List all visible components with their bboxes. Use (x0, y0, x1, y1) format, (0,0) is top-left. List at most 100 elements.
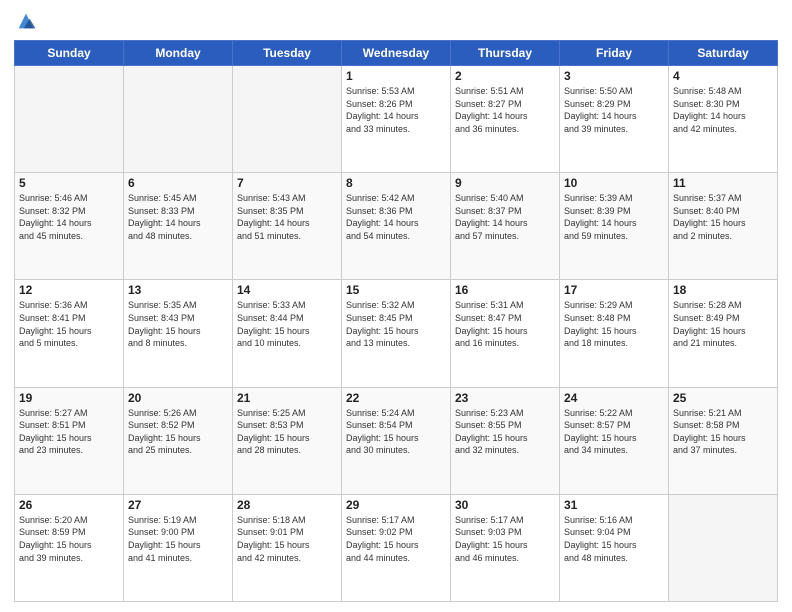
day-cell: 4Sunrise: 5:48 AM Sunset: 8:30 PM Daylig… (669, 66, 778, 173)
day-cell (233, 66, 342, 173)
day-cell: 21 Sunrise: 5:25 AM Sunset: 8:53 PM Dayli… (233, 387, 342, 494)
day-info: Sunrise: 5:21 AM Sunset: 8:58 PM Dayligh… (673, 407, 773, 457)
day-info: Sunrise: 5:35 AM Sunset: 8:43 PM Dayligh… (128, 299, 228, 349)
page: SundayMondayTuesdayWednesdayThursdayFrid… (0, 0, 792, 612)
day-number: 23 (455, 391, 555, 405)
day-info: Sunrise: 5:32 AM Sunset: 8:45 PM Dayligh… (346, 299, 446, 349)
day-cell: 12 Sunrise: 5:36 AM Sunset: 8:41 PM Dayli… (15, 280, 124, 387)
day-cell: 18 Sunrise: 5:28 AM Sunset: 8:49 PM Dayli… (669, 280, 778, 387)
day-info: Sunrise: 5:27 AM Sunset: 8:51 PM Dayligh… (19, 407, 119, 457)
week-row-1: 1 Sunrise: 5:53 AM Sunset: 8:26 PM Daylig… (15, 66, 778, 173)
weekday-header-sunday: Sunday (15, 41, 124, 66)
day-number: 18 (673, 283, 773, 297)
day-info: Sunrise: 5:50 AM Sunset: 8:29 PM Dayligh… (564, 85, 664, 135)
weekday-header-tuesday: Tuesday (233, 41, 342, 66)
day-info: Sunrise: 5:20 AM Sunset: 8:59 PM Dayligh… (19, 514, 119, 564)
day-number: 2 (455, 69, 555, 83)
logo-text (14, 10, 37, 32)
day-cell: 11 Sunrise: 5:37 AM Sunset: 8:40 PM Dayli… (669, 173, 778, 280)
day-number: 13 (128, 283, 228, 297)
day-cell: 10Sunrise: 5:39 AM Sunset: 8:39 PM Dayli… (560, 173, 669, 280)
day-info: Sunrise: 5:19 AM Sunset: 9:00 PM Dayligh… (128, 514, 228, 564)
day-info: Sunrise: 5:29 AM Sunset: 8:48 PM Dayligh… (564, 299, 664, 349)
day-cell: 31 Sunrise: 5:16 AM Sunset: 9:04 PM Dayli… (560, 494, 669, 601)
day-info: Sunrise: 5:26 AM Sunset: 8:52 PM Dayligh… (128, 407, 228, 457)
day-number: 28 (237, 498, 337, 512)
day-info: Sunrise: 5:17 AM Sunset: 9:03 PM Dayligh… (455, 514, 555, 564)
day-cell: 7 Sunrise: 5:43 AM Sunset: 8:35 PM Daylig… (233, 173, 342, 280)
day-info: Sunrise: 5:31 AM Sunset: 8:47 PM Dayligh… (455, 299, 555, 349)
day-info: Sunrise: 5:53 AM Sunset: 8:26 PM Dayligh… (346, 85, 446, 135)
day-number: 6 (128, 176, 228, 190)
day-cell: 20 Sunrise: 5:26 AM Sunset: 8:52 PM Dayli… (124, 387, 233, 494)
day-info: Sunrise: 5:16 AM Sunset: 9:04 PM Dayligh… (564, 514, 664, 564)
day-info: Sunrise: 5:39 AM Sunset: 8:39 PM Dayligh… (564, 192, 664, 242)
day-cell: 24 Sunrise: 5:22 AM Sunset: 8:57 PM Dayli… (560, 387, 669, 494)
day-cell: 3 Sunrise: 5:50 AM Sunset: 8:29 PM Daylig… (560, 66, 669, 173)
day-number: 20 (128, 391, 228, 405)
day-info: Sunrise: 5:28 AM Sunset: 8:49 PM Dayligh… (673, 299, 773, 349)
week-row-2: 5 Sunrise: 5:46 AM Sunset: 8:32 PM Daylig… (15, 173, 778, 280)
day-cell: 29Sunrise: 5:17 AM Sunset: 9:02 PM Dayli… (342, 494, 451, 601)
day-number: 11 (673, 176, 773, 190)
day-cell: 2 Sunrise: 5:51 AM Sunset: 8:27 PM Daylig… (451, 66, 560, 173)
day-cell (124, 66, 233, 173)
day-number: 31 (564, 498, 664, 512)
day-number: 3 (564, 69, 664, 83)
day-cell: 6 Sunrise: 5:45 AM Sunset: 8:33 PM Daylig… (124, 173, 233, 280)
day-number: 26 (19, 498, 119, 512)
day-info: Sunrise: 5:22 AM Sunset: 8:57 PM Dayligh… (564, 407, 664, 457)
day-cell (15, 66, 124, 173)
day-cell: 17Sunrise: 5:29 AM Sunset: 8:48 PM Dayli… (560, 280, 669, 387)
day-number: 19 (19, 391, 119, 405)
day-cell: 28 Sunrise: 5:18 AM Sunset: 9:01 PM Dayli… (233, 494, 342, 601)
day-number: 22 (346, 391, 446, 405)
day-info: Sunrise: 5:37 AM Sunset: 8:40 PM Dayligh… (673, 192, 773, 242)
day-number: 14 (237, 283, 337, 297)
day-number: 21 (237, 391, 337, 405)
day-cell: 22 Sunrise: 5:24 AM Sunset: 8:54 PM Dayli… (342, 387, 451, 494)
day-number: 5 (19, 176, 119, 190)
day-number: 24 (564, 391, 664, 405)
day-info: Sunrise: 5:18 AM Sunset: 9:01 PM Dayligh… (237, 514, 337, 564)
day-number: 7 (237, 176, 337, 190)
day-cell: 13 Sunrise: 5:35 AM Sunset: 8:43 PM Dayli… (124, 280, 233, 387)
day-info: Sunrise: 5:48 AM Sunset: 8:30 PM Dayligh… (673, 85, 773, 135)
day-info: Sunrise: 5:36 AM Sunset: 8:41 PM Dayligh… (19, 299, 119, 349)
day-cell: 25 Sunrise: 5:21 AM Sunset: 8:58 PM Dayli… (669, 387, 778, 494)
day-info: Sunrise: 5:43 AM Sunset: 8:35 PM Dayligh… (237, 192, 337, 242)
day-cell: 26 Sunrise: 5:20 AM Sunset: 8:59 PM Dayli… (15, 494, 124, 601)
week-row-5: 26 Sunrise: 5:20 AM Sunset: 8:59 PM Dayli… (15, 494, 778, 601)
day-number: 16 (455, 283, 555, 297)
weekday-header-saturday: Saturday (669, 41, 778, 66)
weekday-header-row: SundayMondayTuesdayWednesdayThursdayFrid… (15, 41, 778, 66)
day-cell (669, 494, 778, 601)
weekday-header-monday: Monday (124, 41, 233, 66)
day-cell: 16 Sunrise: 5:31 AM Sunset: 8:47 PM Dayli… (451, 280, 560, 387)
weekday-header-wednesday: Wednesday (342, 41, 451, 66)
day-cell: 5 Sunrise: 5:46 AM Sunset: 8:32 PM Daylig… (15, 173, 124, 280)
day-number: 15 (346, 283, 446, 297)
day-info: Sunrise: 5:17 AM Sunset: 9:02 PM Dayligh… (346, 514, 446, 564)
day-number: 8 (346, 176, 446, 190)
day-info: Sunrise: 5:51 AM Sunset: 8:27 PM Dayligh… (455, 85, 555, 135)
day-cell: 8 Sunrise: 5:42 AM Sunset: 8:36 PM Daylig… (342, 173, 451, 280)
logo-icon (15, 10, 37, 32)
day-info: Sunrise: 5:45 AM Sunset: 8:33 PM Dayligh… (128, 192, 228, 242)
day-number: 25 (673, 391, 773, 405)
day-number: 12 (19, 283, 119, 297)
week-row-3: 12 Sunrise: 5:36 AM Sunset: 8:41 PM Dayli… (15, 280, 778, 387)
day-cell: 19 Sunrise: 5:27 AM Sunset: 8:51 PM Dayli… (15, 387, 124, 494)
day-info: Sunrise: 5:24 AM Sunset: 8:54 PM Dayligh… (346, 407, 446, 457)
day-info: Sunrise: 5:46 AM Sunset: 8:32 PM Dayligh… (19, 192, 119, 242)
day-info: Sunrise: 5:25 AM Sunset: 8:53 PM Dayligh… (237, 407, 337, 457)
weekday-header-thursday: Thursday (451, 41, 560, 66)
day-number: 1 (346, 69, 446, 83)
day-info: Sunrise: 5:40 AM Sunset: 8:37 PM Dayligh… (455, 192, 555, 242)
day-info: Sunrise: 5:42 AM Sunset: 8:36 PM Dayligh… (346, 192, 446, 242)
day-info: Sunrise: 5:23 AM Sunset: 8:55 PM Dayligh… (455, 407, 555, 457)
day-cell: 15 Sunrise: 5:32 AM Sunset: 8:45 PM Dayli… (342, 280, 451, 387)
day-number: 27 (128, 498, 228, 512)
day-cell: 1 Sunrise: 5:53 AM Sunset: 8:26 PM Daylig… (342, 66, 451, 173)
day-cell: 27 Sunrise: 5:19 AM Sunset: 9:00 PM Dayli… (124, 494, 233, 601)
